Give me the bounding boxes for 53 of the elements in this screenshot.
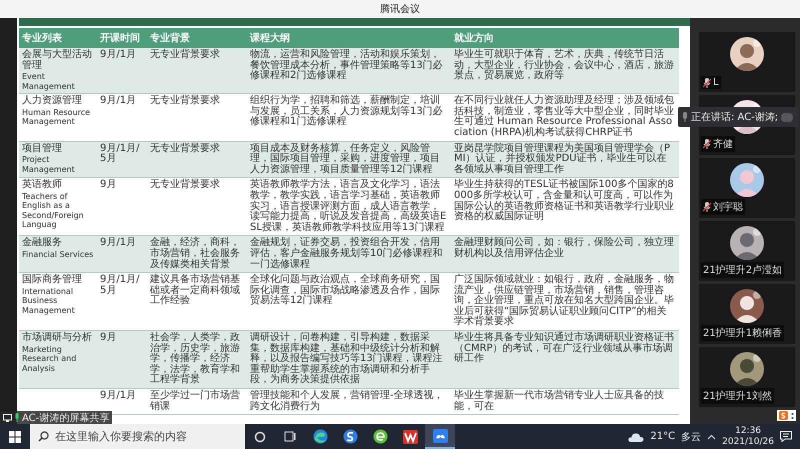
- table-cell: 项目成本及财务核算，任务定义，风险管理，国际项目管理，采购，进度管理，项目人力资源管理，项目质量管理等12门课程: [247, 141, 451, 178]
- window-title: 腾讯会议: [380, 2, 420, 16]
- date: 2021/10/26: [722, 436, 774, 448]
- program-name-english: Human Resource Management: [22, 108, 92, 127]
- column-header: 课程大纲: [247, 28, 451, 48]
- program-name-english: Event Management: [22, 72, 76, 92]
- program-name-english: Marketing Research and Analysis: [22, 344, 78, 374]
- table-cell: 无专业背景要求: [147, 48, 247, 94]
- table-cell: 亚岗昆学院项目管理课程为美国项目管理学会（PMI）认证，并授权颁发PDU证书，毕业生可以在各领域从事项目管理工作: [451, 141, 679, 178]
- table-cell: 9月: [97, 330, 147, 389]
- table-cell: 无专业背景要求: [147, 94, 247, 142]
- program-name: 人力资源管理: [22, 96, 83, 107]
- time: 12:36: [735, 426, 762, 436]
- participant-name: 21护理升1赖俐香: [703, 326, 782, 340]
- program-name: 市场调研与分析: [22, 333, 93, 344]
- participant-name: 刘宇聪: [713, 200, 743, 214]
- participant-name: L: [713, 77, 719, 88]
- table-cell: 调研设计，问卷构建，引导构建，数据采集，数据库构建，基础和中级统计分析和解释，以及报告编写技巧等13门课程，课程注重帮助学生掌握系统的市场调研和分析手段，为商务决策提供依据: [247, 330, 451, 389]
- table-cell: 无专业背景要求: [147, 141, 247, 178]
- program-name: 会展与大型活动管理: [22, 50, 93, 72]
- table-cell: 毕业生可就职于体育，艺术，庆典，传统节日活动，大型企业，行业协会，会议中心，酒店，旅游景点，贸易展览，政府等: [451, 48, 679, 94]
- table-cell: 管理技能和个人发展，营销管理-全球透视，跨文化消费行为: [247, 388, 451, 415]
- table-cell: 毕业生将具备专业知识通过市场调研职业资格证书（CMRP）的考试，可在广泛行业领域从事市场调研工作: [451, 330, 679, 389]
- column-header: 开课时间: [97, 28, 147, 48]
- participant-name: 21护理升2卢滢如: [703, 264, 782, 277]
- table-cell: 金融，经济，商科，市场营销，社会服务及传媒类相关背景: [147, 236, 247, 273]
- program-name-english: Teachers of English as a Second/Foreign Languag: [22, 192, 85, 230]
- program-name: 英语教师: [22, 180, 63, 191]
- table-cell: 金融规划，证券交易，投资组合开发，信用评估，客户金融服务规划等10门必修课程和一门选修课程: [247, 236, 451, 273]
- program-name-english: International Business Management: [22, 286, 76, 316]
- program-name: 项目管理: [22, 144, 63, 154]
- program-name-english: Financial Services: [22, 250, 94, 260]
- table-cell: 金融理财顾问公司，如：银行，保险公司，独立理财机构以及信用评估企业: [451, 236, 679, 273]
- table-cell: 至少学过一门市场营销课: [147, 388, 247, 415]
- participant-name: 21护理升1刘然: [703, 390, 772, 403]
- table-cell: 9月/1月: [97, 48, 147, 94]
- temperature: 21°C: [650, 431, 676, 442]
- program-name: 国际商务管理: [22, 275, 83, 286]
- table-cell: 组织行为学，招聘和筛选，薪酬制定，培训与发展，员工关系，人力资源规划等13门必修课程和1门选修课程: [247, 94, 451, 142]
- table-cell: 毕业生掌握新一代市场营销专业人士应具备的技能，可在: [451, 388, 679, 415]
- table-cell: 社会学，人类学，政治学，历史学，旅游学，传播学，经济学，法学，教育学和工程学背景: [147, 330, 247, 389]
- table-cell: 9月/1月: [97, 236, 147, 273]
- participant-name: 齐健: [713, 138, 733, 151]
- table-cell: 物流，运营和风险管理，活动和娱乐策划，餐饮管理成本分析，事件管理策略等13门必修课程和2门选修课程: [247, 48, 451, 94]
- speaking-text: 正在讲话: AC-谢涛;: [691, 110, 778, 124]
- column-header: 就业方向: [451, 28, 679, 48]
- program-name-english: Project Management: [22, 155, 76, 174]
- column-header: 专业背景: [147, 28, 247, 48]
- table-cell: 9月/1月/5月: [97, 141, 147, 178]
- table-cell: 9月/1月: [97, 94, 147, 142]
- program-name: 金融服务: [22, 238, 63, 249]
- column-header: 专业列表: [19, 28, 97, 48]
- weather-condition: 多云: [681, 430, 702, 444]
